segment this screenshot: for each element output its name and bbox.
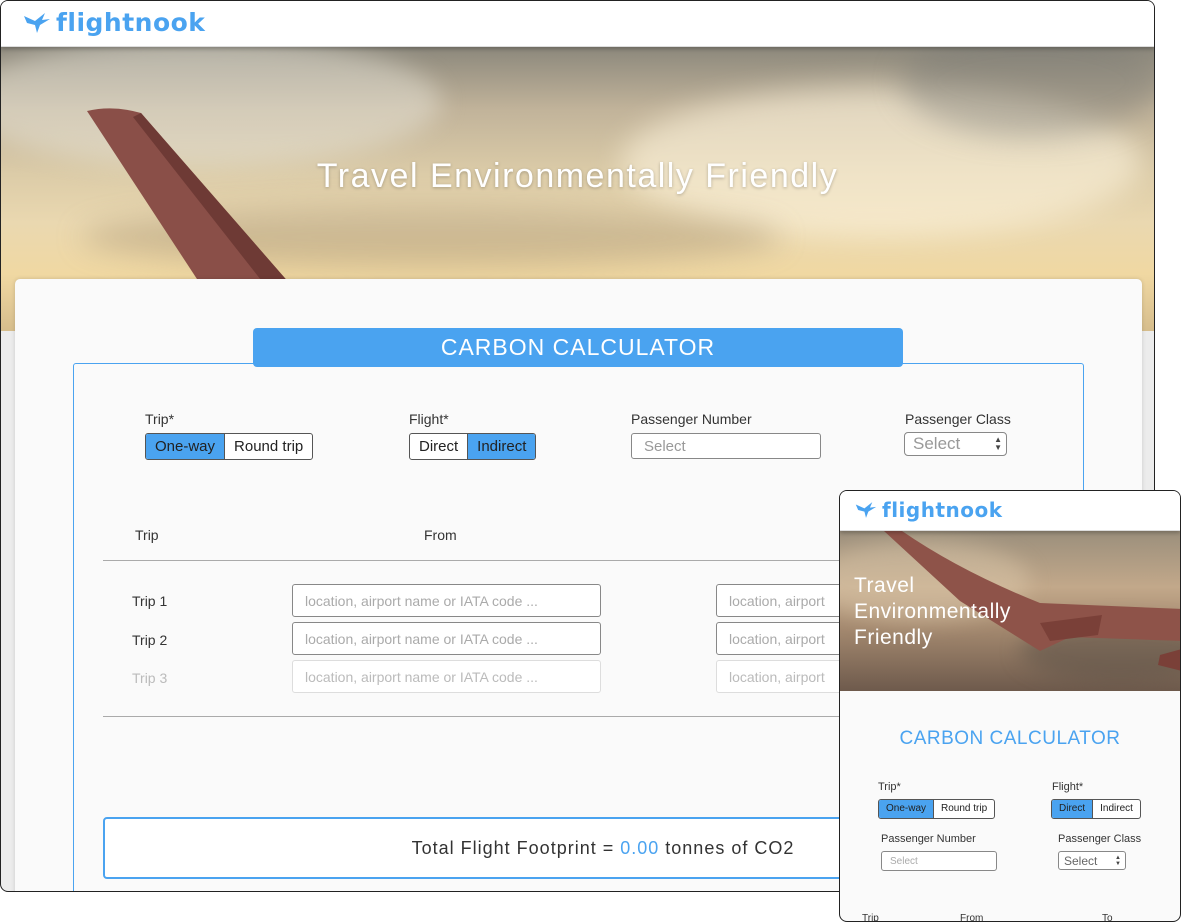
mobile-trip-option-round-trip[interactable]: Round trip: [933, 800, 994, 818]
from-input[interactable]: location, airport name or IATA code ...: [292, 584, 601, 617]
mobile-flight-toggle: Direct Indirect: [1051, 799, 1141, 819]
total-suffix: tonnes of CO2: [665, 837, 795, 858]
mobile-passenger-class-label: Passenger Class: [1058, 833, 1142, 845]
to-placeholder: location, airport: [729, 668, 825, 685]
to-placeholder: location, airport: [729, 592, 825, 609]
total-prefix: Total Flight Footprint =: [411, 837, 615, 858]
mobile-hero-title: Travel Environmentally Friendly: [854, 574, 1011, 649]
total-value: 0.00: [620, 837, 660, 858]
bird-icon: [855, 502, 877, 518]
table-divider-bottom: [103, 716, 903, 717]
trip-option-one-way[interactable]: One-way: [146, 434, 225, 459]
mobile-column-header-to: To: [1102, 913, 1113, 922]
from-placeholder: location, airport name or IATA code ...: [305, 592, 538, 609]
mobile-flight-label: Flight*: [1052, 781, 1084, 793]
from-placeholder: location, airport name or IATA code ...: [305, 630, 538, 647]
mobile-hero-banner: Travel Environmentally Friendly: [840, 531, 1180, 691]
column-header-from: From: [424, 527, 457, 543]
mobile-brand-logo[interactable]: flightnook: [855, 498, 1003, 522]
passenger-class-label: Passenger Class: [905, 411, 1011, 427]
from-input[interactable]: location, airport name or IATA code ...: [292, 622, 601, 655]
passenger-class-select[interactable]: Select ▲ ▼: [904, 432, 1007, 456]
trip-row-label: Trip 2: [132, 632, 168, 648]
hero-title: Travel Environmentally Friendly: [316, 157, 839, 195]
from-placeholder: location, airport name or IATA code ...: [305, 668, 538, 685]
trip-row-label: Trip 1: [132, 593, 168, 609]
to-placeholder: location, airport: [729, 630, 825, 647]
trip-toggle: One-way Round trip: [145, 433, 314, 460]
mobile-view: flightnook Travel Environmentally Friend…: [839, 490, 1181, 922]
flight-option-indirect[interactable]: Indirect: [467, 434, 536, 459]
mobile-passenger-number-placeholder: Select: [890, 855, 918, 867]
table-divider-top: [103, 560, 903, 561]
flight-option-direct[interactable]: Direct: [410, 434, 467, 459]
to-input[interactable]: location, airport: [716, 622, 856, 655]
brand-logo[interactable]: flightnook: [23, 8, 205, 37]
mobile-passenger-class-select[interactable]: Select ▲ ▼: [1058, 851, 1126, 870]
column-header-trip: Trip: [135, 527, 159, 543]
to-input[interactable]: location, airport: [716, 660, 856, 693]
passenger-number-placeholder: Select: [644, 437, 686, 455]
mobile-column-header-trip: Trip: [862, 913, 879, 922]
passenger-number-label: Passenger Number: [631, 411, 752, 427]
passenger-class-value: Select: [913, 434, 961, 453]
trip-label: Trip*: [145, 411, 175, 427]
trip-option-round-trip[interactable]: Round trip: [224, 434, 312, 459]
mobile-trip-label: Trip*: [878, 781, 901, 793]
trip-row-label: Trip 3: [132, 670, 168, 686]
calculator-title: CARBON CALCULATOR: [253, 328, 903, 367]
select-arrows-icon: ▲ ▼: [1115, 854, 1121, 867]
flight-toggle: Direct Indirect: [409, 433, 537, 460]
mobile-passenger-number-label: Passenger Number: [881, 833, 976, 845]
select-arrows-icon: ▲ ▼: [994, 435, 1002, 452]
mobile-calculator-title: CARBON CALCULATOR: [899, 728, 1121, 749]
mobile-flight-option-direct[interactable]: Direct: [1052, 800, 1093, 818]
mobile-brand-name: flightnook: [882, 498, 1003, 522]
mobile-passenger-number-select[interactable]: Select: [881, 851, 997, 871]
top-bar: flightnook: [1, 1, 1154, 47]
from-input[interactable]: location, airport name or IATA code ...: [292, 660, 601, 693]
mobile-passenger-class-value: Select: [1064, 853, 1098, 868]
bird-icon: [24, 12, 50, 33]
to-input[interactable]: location, airport: [716, 584, 856, 617]
flight-label: Flight*: [409, 411, 449, 427]
mobile-top-bar: flightnook: [840, 491, 1180, 531]
passenger-number-select[interactable]: Select: [631, 433, 821, 459]
mobile-trip-option-one-way[interactable]: One-way: [879, 800, 934, 818]
brand-name: flightnook: [56, 8, 206, 37]
mobile-flight-option-indirect[interactable]: Indirect: [1092, 800, 1140, 818]
mobile-trip-toggle: One-way Round trip: [878, 799, 996, 819]
mobile-column-header-from: From: [960, 913, 984, 922]
